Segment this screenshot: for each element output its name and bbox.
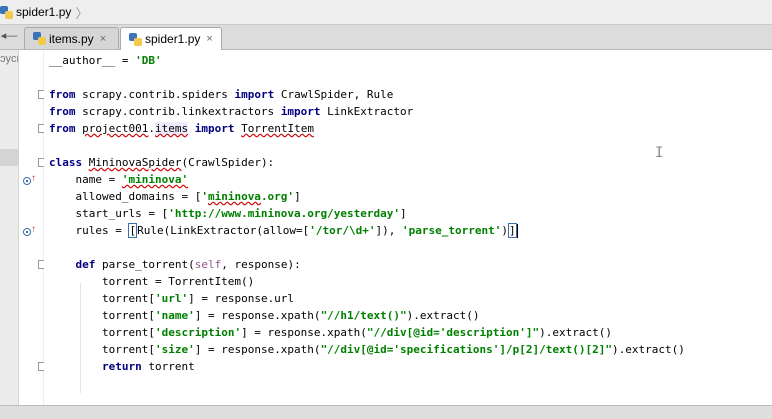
- code-line-7[interactable]: class MininovaSpider(CrawlSpider):: [49, 154, 274, 171]
- code-line-13[interactable]: def parse_torrent(self, response):: [49, 256, 301, 273]
- tab-scroll-left-icon[interactable]: ◂—: [0, 29, 18, 47]
- project-panel-selection: [0, 149, 18, 166]
- tab-label: items.py: [49, 31, 94, 46]
- code-line-19[interactable]: return torrent: [49, 358, 195, 375]
- python-file-icon: [0, 5, 13, 19]
- code-line-15[interactable]: torrent['url'] = response.url: [49, 290, 294, 307]
- editor-tab-bar: ◂— items.py × spider1.py ×: [0, 25, 772, 50]
- close-icon[interactable]: ×: [206, 33, 212, 45]
- text-caret: [516, 224, 518, 238]
- breadcrumb-bar: spider1.py 〉: [0, 0, 772, 25]
- breadcrumb-file[interactable]: spider1.py 〉: [0, 3, 88, 21]
- code-line-4[interactable]: from scrapy.contrib.linkextractors impor…: [49, 103, 413, 120]
- code-line-3[interactable]: from scrapy.contrib.spiders import Crawl…: [49, 86, 393, 103]
- tab-items-py[interactable]: items.py ×: [24, 27, 119, 49]
- code-editor[interactable]: __author__ = 'DB' from scrapy.contrib.sp…: [44, 50, 772, 405]
- code-line-11[interactable]: rules = [Rule(LinkExtractor(allow=['/tor…: [49, 222, 518, 239]
- mouse-ibeam-cursor-icon: I: [655, 145, 664, 161]
- code-line-9[interactable]: allowed_domains = ['mininova.org']: [49, 188, 300, 205]
- code-line-14[interactable]: torrent = TorrentItem(): [49, 273, 254, 290]
- python-file-icon: [33, 32, 46, 45]
- python-file-icon: [129, 32, 142, 46]
- code-line-18[interactable]: torrent['size'] = response.xpath("//div[…: [49, 341, 685, 358]
- code-line-16[interactable]: torrent['name'] = response.xpath("//h1/t…: [49, 307, 480, 324]
- override-method-icon[interactable]: ↑: [23, 225, 36, 237]
- project-panel-clipped-text: ɔycr: [0, 53, 19, 65]
- code-line-5[interactable]: from project001.items import TorrentItem: [49, 120, 314, 137]
- code-line-1[interactable]: __author__ = 'DB': [49, 52, 162, 69]
- code-line-17[interactable]: torrent['description'] = response.xpath(…: [49, 324, 612, 341]
- close-icon[interactable]: ×: [100, 33, 106, 45]
- breadcrumb-separator: 〉: [75, 5, 89, 21]
- override-method-icon[interactable]: ↑: [23, 174, 36, 186]
- tab-label: spider1.py: [145, 32, 201, 46]
- code-line-10[interactable]: start_urls = ['http://www.mininova.org/y…: [49, 205, 406, 222]
- status-bar: [0, 405, 772, 419]
- project-panel[interactable]: ɔycr: [0, 50, 19, 405]
- code-line-8[interactable]: name = 'mininova': [49, 171, 188, 188]
- breadcrumb-file-label: spider1.py: [16, 5, 72, 19]
- tab-spider1-py[interactable]: spider1.py ×: [120, 27, 222, 50]
